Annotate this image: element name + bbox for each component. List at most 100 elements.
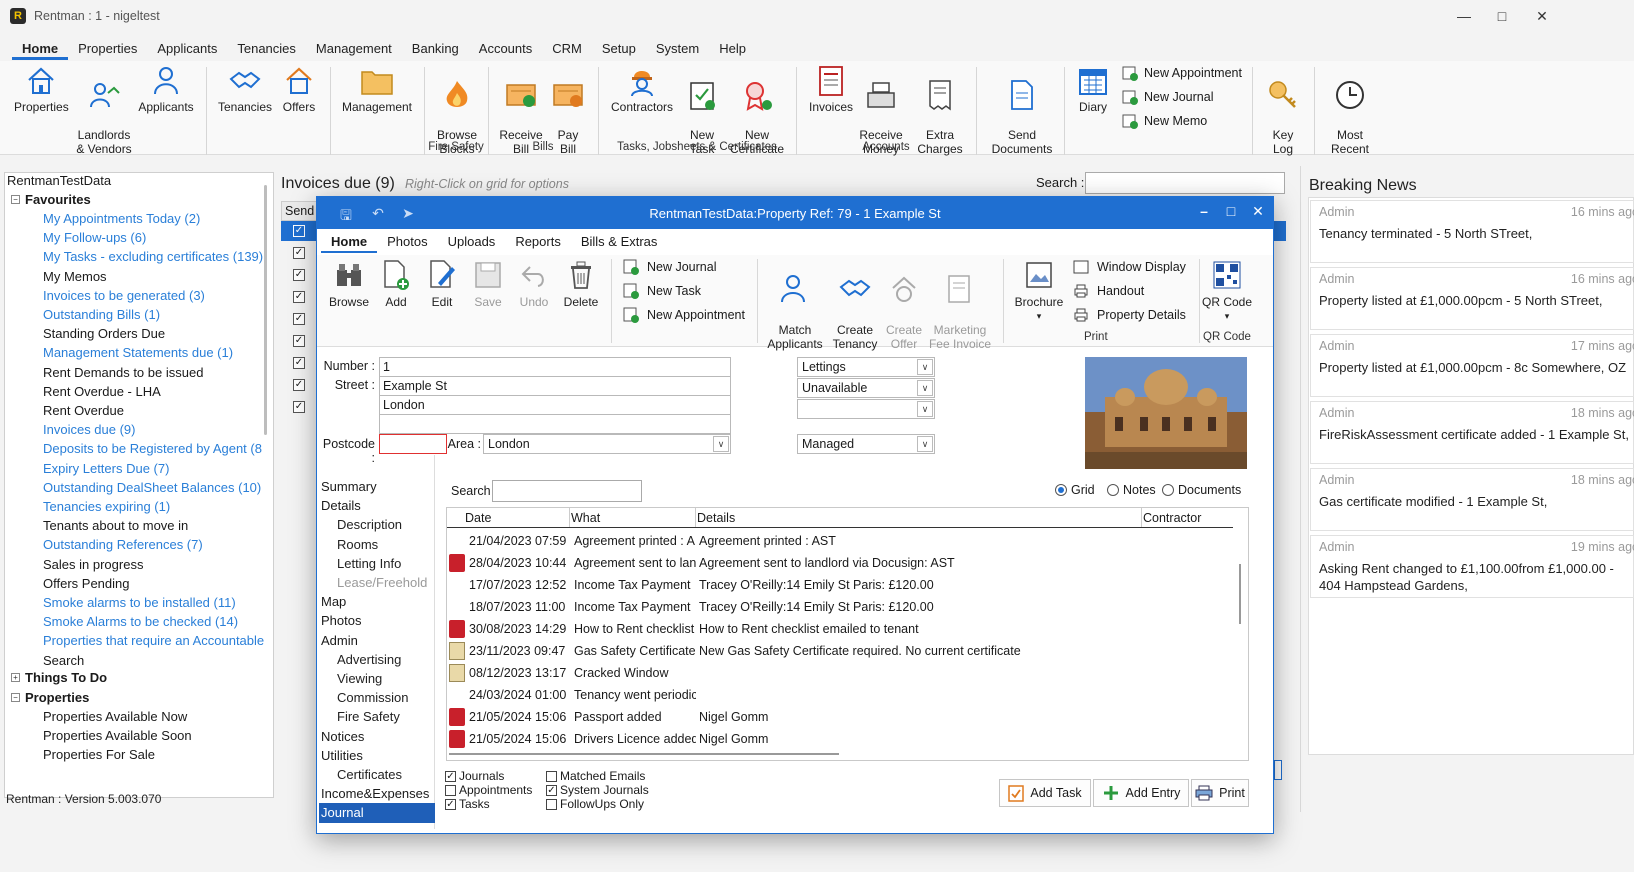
tree-favourites[interactable]: Favourites (25, 192, 91, 207)
menu-banking[interactable]: Banking (402, 41, 469, 60)
number-field[interactable]: 1 (379, 357, 731, 377)
tab-bills-extras[interactable]: Bills & Extras (571, 231, 668, 253)
applicants-button[interactable]: Applicants (136, 64, 196, 114)
send-checkbox[interactable]: ✓ (293, 313, 305, 325)
send-checkbox[interactable]: ✓ (293, 335, 305, 347)
nav-item[interactable]: Commission (337, 690, 409, 705)
qr-code-button[interactable]: QR Code ▾ (1201, 259, 1253, 323)
marketing-fee-invoice-button[interactable]: Marketing Fee Invoice (927, 259, 993, 365)
tree-item-properties-available-soon[interactable]: Properties Available Soon (43, 728, 192, 743)
contractors-button[interactable]: Contractors (606, 64, 678, 114)
column-header-contractor[interactable]: Contractor (1143, 511, 1201, 525)
tree-item[interactable]: Rent Overdue - LHA (43, 384, 161, 399)
filter-appointments[interactable]: Appointments (445, 783, 532, 797)
send-checkbox[interactable]: ✓ (293, 357, 305, 369)
tree-item[interactable]: Tenancies expiring (1) (43, 499, 170, 514)
send-checkbox[interactable]: ✓ (293, 247, 305, 259)
send-checkbox[interactable]: ✓ (293, 401, 305, 413)
tree-root[interactable]: RentmanTestData (7, 173, 111, 188)
column-header-what[interactable]: What (571, 511, 600, 525)
tree-item[interactable]: My Tasks - excluding certificates (139) (43, 249, 263, 264)
new-journal-button[interactable]: New Journal (623, 259, 716, 275)
tree-item[interactable]: Rent Overdue (43, 403, 124, 418)
table-row[interactable]: 24/03/2024 01:00 Tenancy went periodic (447, 684, 1233, 706)
properties-button[interactable]: Properties (14, 64, 69, 114)
nav-item[interactable]: Lease/Freehold (337, 575, 427, 590)
new-journal-ribbon-button[interactable]: New Journal (1122, 89, 1213, 105)
table-row[interactable]: 23/11/2023 09:47 Gas Safety Certificate Ne… (447, 640, 1233, 662)
send-column-header[interactable]: Send (281, 201, 317, 221)
send-checkbox[interactable]: ✓ (293, 379, 305, 391)
column-header-date[interactable]: Date (465, 511, 491, 525)
table-row[interactable]: 30/08/2023 14:29 How to Rent checklist How… (447, 618, 1233, 640)
area-select[interactable]: London ∨ (483, 434, 731, 454)
news-item[interactable]: Admin 18 mins ago Gas certificate modifi… (1310, 468, 1634, 531)
collapse-properties-icon[interactable]: − (11, 693, 20, 702)
filter-system-journals[interactable]: ✓ System Journals (546, 783, 649, 797)
tree-item[interactable]: Management Statements due (1) (43, 345, 233, 360)
pay-bill-button[interactable]: Pay Bill (546, 64, 590, 170)
tree-item[interactable]: Deposits to be Registered by Agent (8 (43, 441, 262, 456)
property-maximize-button[interactable]: □ (1220, 203, 1242, 223)
send-documents-button[interactable]: Send Documents (984, 64, 1060, 170)
print-button[interactable]: Print (1191, 779, 1249, 807)
grid-horizontal-scrollbar[interactable] (449, 753, 839, 755)
journal-search-input[interactable] (492, 480, 642, 502)
property-close-button[interactable]: ✕ (1247, 203, 1269, 223)
tree-item[interactable]: Standing Orders Due (43, 326, 165, 341)
match-applicants-button[interactable]: Match Applicants (763, 259, 827, 365)
nav-item[interactable]: Admin (321, 633, 358, 648)
offers-button[interactable]: Offers (276, 64, 322, 114)
listing-type-select[interactable]: Lettings ∨ (797, 357, 935, 377)
tab-home[interactable]: Home (321, 231, 378, 253)
expand-things-to-do-icon[interactable]: + (11, 673, 20, 682)
create-tenancy-button[interactable]: Create Tenancy (829, 259, 881, 365)
key-log-button[interactable]: Key Log (1260, 64, 1306, 170)
new-task-ribbon-button[interactable]: New Task (680, 64, 724, 170)
table-row[interactable]: 18/07/2023 11:00 Income Tax Payment Tracey… (447, 596, 1233, 618)
invoices-search-input[interactable] (1085, 172, 1285, 194)
news-item[interactable]: Admin 18 mins ago FireRiskAssessment cer… (1310, 401, 1634, 464)
nav-item[interactable]: Certificates (337, 767, 402, 782)
save-button[interactable]: Save (467, 259, 509, 309)
add-button[interactable]: Add (375, 259, 417, 309)
menu-applicants[interactable]: Applicants (147, 41, 227, 60)
nav-item[interactable]: Utilities (321, 748, 363, 763)
tenancies-button[interactable]: Tenancies (216, 64, 274, 114)
column-header-details[interactable]: Details (697, 511, 735, 525)
send-checkbox[interactable]: ✓ (293, 225, 305, 237)
view-documents-radio[interactable]: Documents (1162, 483, 1241, 497)
diary-button[interactable]: Diary (1070, 64, 1116, 114)
table-row[interactable]: 08/12/2023 13:17 Cracked Window (447, 662, 1233, 684)
street-field[interactable]: Example St (379, 376, 731, 396)
availability-select[interactable]: Unavailable ∨ (797, 378, 935, 398)
tree-item[interactable]: Smoke alarms to be installed (11) (43, 595, 236, 610)
management-button[interactable]: Management (340, 64, 414, 114)
news-item[interactable]: Admin 19 mins ago Asking Rent changed to… (1310, 535, 1634, 598)
most-recent-button[interactable]: Most Recent (1322, 64, 1378, 170)
receive-bill-button[interactable]: Receive Bill (496, 64, 546, 170)
status-select[interactable]: ∨ (797, 399, 935, 419)
add-entry-button[interactable]: Add Entry (1093, 779, 1189, 807)
menu-setup[interactable]: Setup (592, 41, 646, 60)
new-certificate-button[interactable]: New Certificate (726, 64, 788, 170)
view-grid-radio[interactable]: Grid (1055, 483, 1095, 497)
new-appointment-button[interactable]: New Appointment (623, 307, 745, 323)
menu-system[interactable]: System (646, 41, 709, 60)
news-item[interactable]: Admin 16 mins ago Tenancy terminated - 5… (1310, 200, 1634, 263)
tree-item[interactable]: Invoices due (9) (43, 422, 136, 437)
news-item[interactable]: Admin 16 mins ago Property listed at £1,… (1310, 267, 1634, 330)
tree-item[interactable]: Smoke Alarms to be checked (14) (43, 614, 238, 629)
filter-tasks[interactable]: ✓ Tasks (445, 797, 490, 811)
tree-item[interactable]: My Appointments Today (2) (43, 211, 200, 226)
add-task-button[interactable]: Add Task (999, 779, 1091, 807)
tree-item-properties-for-sale[interactable]: Properties For Sale (43, 747, 155, 762)
send-checkbox[interactable]: ✓ (293, 291, 305, 303)
nav-item[interactable]: Viewing (337, 671, 382, 686)
table-row[interactable]: 21/04/2023 07:59 Agreement printed : A Agr… (447, 530, 1233, 552)
tree-item[interactable]: Sales in progress (43, 557, 143, 572)
new-task-button[interactable]: New Task (623, 283, 701, 299)
extra-charges-button[interactable]: Extra Charges (912, 64, 968, 170)
tree-item[interactable]: Tenants about to move in (43, 518, 188, 533)
nav-item[interactable]: Letting Info (337, 556, 401, 571)
